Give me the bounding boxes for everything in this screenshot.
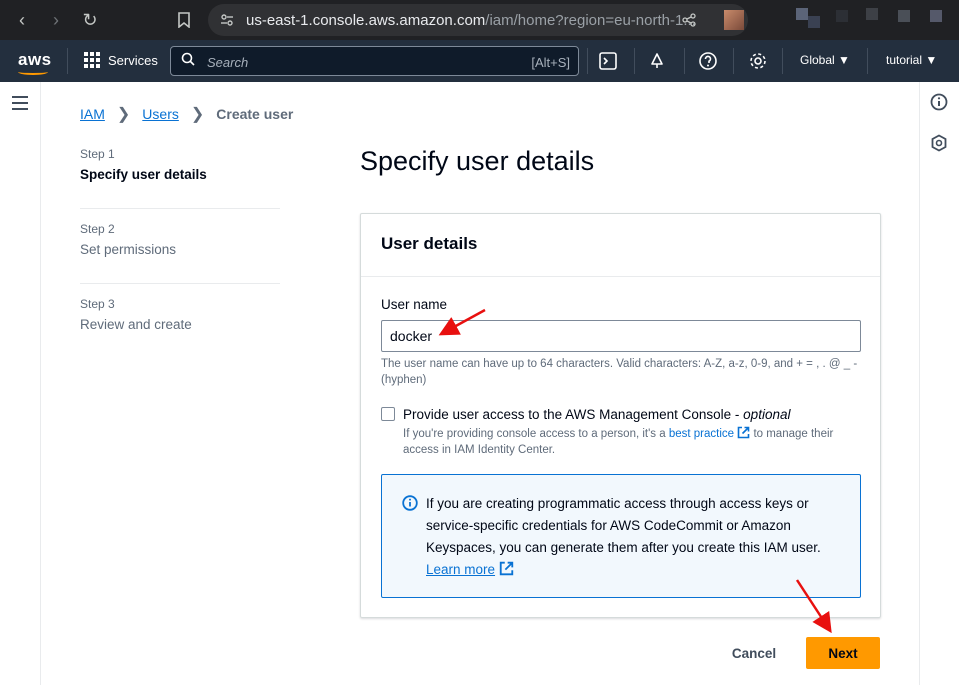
panel-title: User details: [381, 234, 860, 254]
divider: [67, 48, 68, 74]
info-icon: [402, 495, 418, 511]
panel-header: User details: [361, 214, 880, 277]
optional-label: optional: [743, 407, 790, 422]
reload-icon[interactable]: ↻: [78, 8, 102, 32]
external-link-icon: [499, 561, 514, 576]
wizard-step-3: Step 3 Review and create: [80, 294, 280, 359]
step-label: Set permissions: [80, 242, 280, 257]
help-icon[interactable]: [698, 51, 718, 71]
chevron-right-icon: ❯: [191, 104, 204, 124]
info-panel-icon[interactable]: [930, 93, 948, 111]
share-icon[interactable]: [682, 13, 696, 27]
username-hint: The user name can have up to 64 characte…: [381, 356, 863, 388]
learn-more-link[interactable]: Learn more: [426, 562, 495, 577]
cloudshell-icon[interactable]: [598, 51, 618, 71]
address-bar[interactable]: us-east-1.console.aws.amazon.com/iam/hom…: [208, 4, 748, 36]
aws-logo-smile: [18, 69, 48, 75]
breadcrumb: IAM ❯ Users ❯ Create user: [80, 104, 293, 124]
divider: [782, 48, 783, 74]
url-text: us-east-1.console.aws.amazon.com/iam/hom…: [246, 12, 696, 29]
wizard-step-2: Step 2 Set permissions: [80, 219, 280, 284]
region-selector[interactable]: Global ▼: [800, 53, 850, 67]
breadcrumb-iam[interactable]: IAM: [80, 106, 105, 122]
gear-icon[interactable]: [748, 51, 768, 71]
browser-toolbar: ‹ › ↻ us-east-1.console.aws.amazon.com/i…: [0, 0, 959, 40]
extension-icon[interactable]: [808, 16, 820, 28]
console-access-label: Provide user access to the AWS Managemen…: [403, 407, 790, 422]
wizard-steps: Step 1 Specify user details Step 2 Set p…: [80, 144, 280, 369]
extension-icon[interactable]: [836, 10, 848, 22]
account-label: tutorial: [886, 53, 922, 67]
step-number: Step 1: [80, 147, 280, 161]
console-access-checkbox[interactable]: [381, 407, 395, 421]
breadcrumb-current: Create user: [216, 106, 293, 122]
services-menu[interactable]: Services: [84, 52, 158, 68]
username-input[interactable]: [381, 320, 861, 352]
site-info-icon[interactable]: [220, 13, 234, 27]
divider: [684, 48, 685, 74]
extension-icon[interactable]: [898, 10, 910, 22]
services-label: Services: [108, 53, 158, 68]
wizard-step-1: Step 1 Specify user details: [80, 144, 280, 209]
step-label: Review and create: [80, 317, 280, 332]
search-placeholder: Search: [207, 55, 248, 70]
extension-icon[interactable]: [796, 8, 808, 20]
search-input[interactable]: Search [Alt+S]: [170, 46, 579, 76]
divider: [587, 48, 588, 74]
user-details-panel: User details User name The user name can…: [360, 213, 881, 618]
right-tools-rail: [919, 82, 959, 685]
hexagon-help-icon[interactable]: [930, 134, 948, 152]
cancel-button[interactable]: Cancel: [718, 637, 790, 669]
aws-top-nav: aws Services Search [Alt+S] Global ▼ tut…: [0, 40, 959, 82]
divider: [634, 48, 635, 74]
extension-icon[interactable]: [930, 10, 942, 22]
username-label: User name: [381, 297, 447, 312]
next-button[interactable]: Next: [806, 637, 880, 669]
search-shortcut: [Alt+S]: [531, 55, 570, 70]
page-title: Specify user details: [360, 146, 594, 177]
step-number: Step 2: [80, 222, 280, 236]
search-icon: [181, 52, 195, 66]
menu-icon[interactable]: [12, 96, 28, 114]
aws-logo[interactable]: aws: [18, 50, 52, 70]
step-label: Specify user details: [80, 167, 280, 182]
info-text: If you are creating programmatic access …: [426, 493, 846, 581]
left-navigation-rail: [0, 82, 41, 685]
breadcrumb-users[interactable]: Users: [142, 106, 179, 122]
account-menu[interactable]: tutorial ▼: [886, 53, 937, 67]
bookmark-icon[interactable]: [172, 8, 196, 32]
chevron-right-icon: ❯: [117, 104, 130, 124]
divider: [867, 48, 868, 74]
grid-icon: [84, 52, 100, 68]
region-label: Global: [800, 53, 835, 67]
forward-icon[interactable]: ›: [44, 8, 68, 32]
console-access-description: If you're providing console access to a …: [403, 426, 863, 458]
step-number: Step 3: [80, 297, 280, 311]
best-practice-link[interactable]: best practice: [669, 428, 734, 440]
programmatic-access-info-alert: If you are creating programmatic access …: [381, 474, 861, 598]
extension-icon[interactable]: [866, 8, 878, 20]
profile-avatar[interactable]: [724, 10, 744, 30]
external-link-icon: [737, 426, 750, 439]
back-icon[interactable]: ‹: [10, 8, 34, 32]
notifications-icon[interactable]: [647, 51, 667, 71]
divider: [733, 48, 734, 74]
